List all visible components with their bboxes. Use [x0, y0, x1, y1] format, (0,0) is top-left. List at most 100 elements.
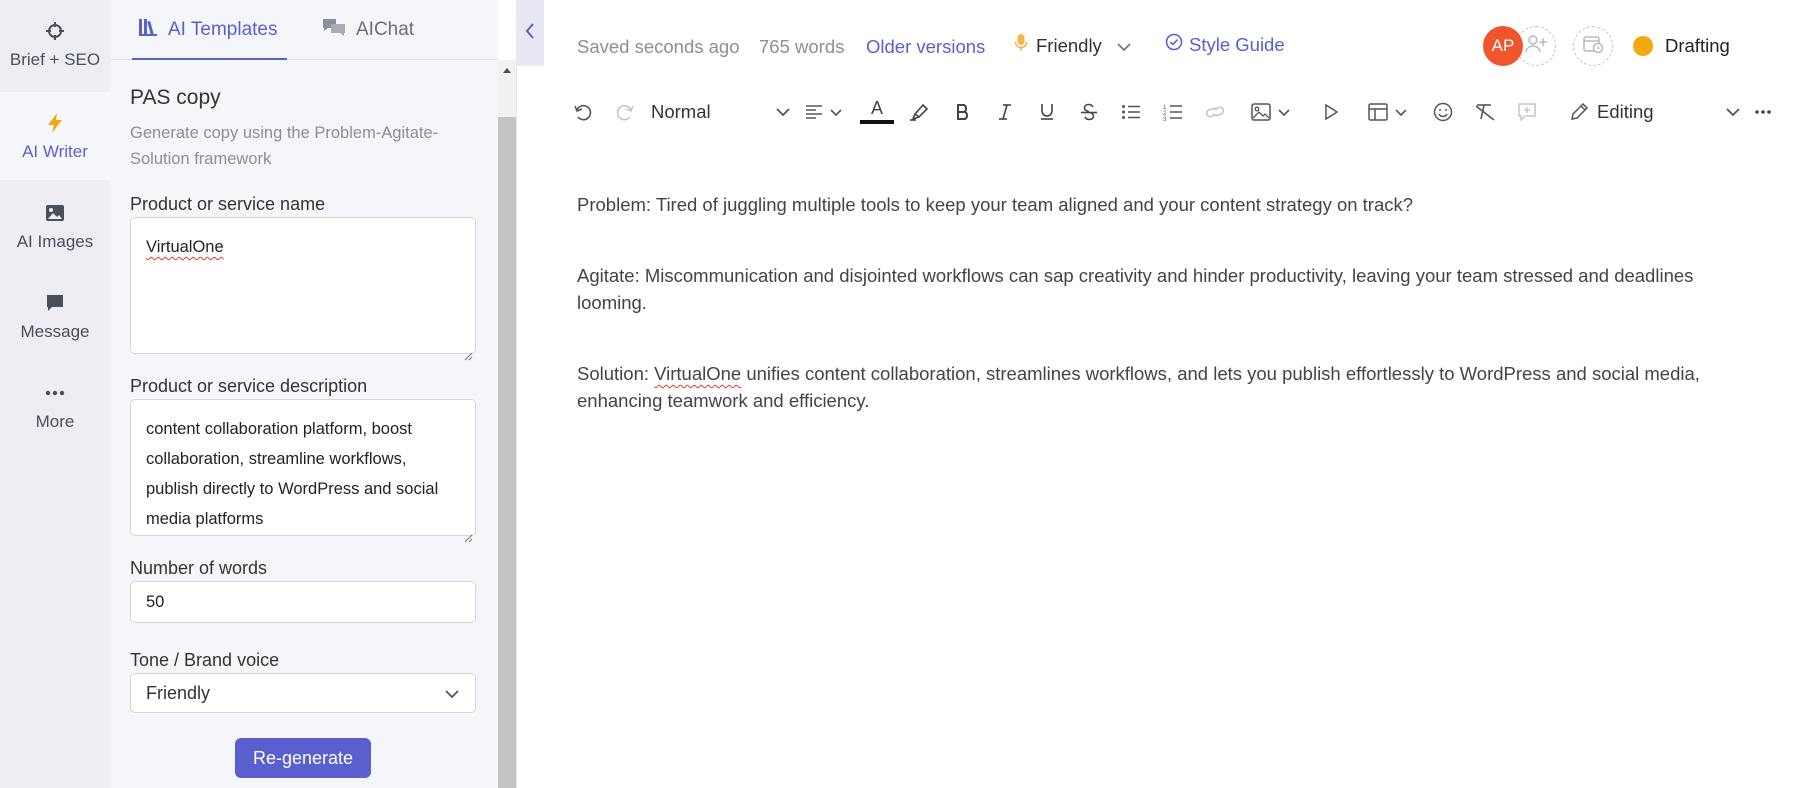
tab-label: AI Templates [168, 19, 278, 40]
collapse-panel-button[interactable] [516, 0, 544, 66]
scroll-up-arrow-icon[interactable] [503, 68, 511, 73]
older-versions-link[interactable]: Older versions [866, 36, 985, 58]
chevron-down-icon [829, 108, 843, 117]
more-options-button[interactable] [1745, 92, 1781, 132]
text-style-dropdown[interactable]: Normal [651, 92, 791, 132]
add-user-icon [1525, 34, 1547, 59]
rail-item-ai-writer[interactable]: AI Writer [0, 92, 110, 180]
tone-select[interactable]: Friendly [130, 673, 476, 713]
style-guide-label: Style Guide [1189, 33, 1285, 55]
rail-item-label: Brief + SEO [9, 50, 101, 69]
word-count-value: 50 [146, 592, 165, 611]
strikethrough-button[interactable] [1071, 92, 1107, 132]
tone-label: Tone / Brand voice [130, 650, 280, 670]
template-title: PAS copy [130, 86, 221, 109]
save-status: Saved seconds ago [577, 36, 740, 57]
rail-item-label: More [35, 412, 75, 431]
link-button[interactable] [1197, 92, 1233, 132]
rail-item-more[interactable]: More [0, 362, 110, 450]
italic-button[interactable] [987, 92, 1023, 132]
tab-ai-templates[interactable]: AI Templates [131, 0, 289, 60]
link-icon [1204, 105, 1226, 119]
tone-value: Friendly [1036, 34, 1102, 56]
tab-aichat[interactable]: AIChat [322, 0, 414, 60]
paragraph-solution[interactable]: Solution: VirtualOne unifies content col… [577, 360, 1757, 414]
comment-plus-icon [1517, 102, 1537, 122]
crosshair-icon [45, 18, 65, 44]
resize-handle-icon[interactable] [463, 523, 473, 543]
emoji-button[interactable] [1425, 92, 1461, 132]
align-left-icon [805, 104, 823, 120]
divider [516, 66, 517, 788]
strikethrough-icon [1080, 103, 1098, 121]
rail-item-label: AI Images [16, 232, 94, 251]
editing-mode-dropdown[interactable]: Editing [1569, 92, 1741, 132]
image-icon [1251, 103, 1271, 121]
solution-text: unifies content collaboration, streamlin… [577, 363, 1700, 411]
word-count-input[interactable]: 50 [130, 581, 476, 623]
embed-media-button[interactable] [1313, 92, 1349, 132]
numbered-list-icon: 123 [1163, 103, 1183, 121]
word-count-label: Number of words [130, 558, 268, 578]
insert-image-dropdown[interactable] [1247, 92, 1295, 132]
image-icon [45, 200, 65, 226]
redo-icon [615, 103, 635, 121]
highlighter-icon [908, 102, 930, 122]
template-form: PAS copy Generate copy using the Problem… [110, 60, 498, 788]
solution-prefix: Solution: [577, 363, 655, 384]
bullet-list-button[interactable] [1113, 92, 1149, 132]
underline-button[interactable] [1029, 92, 1065, 132]
add-comment-button[interactable] [1509, 92, 1545, 132]
undo-button[interactable] [565, 92, 601, 132]
clear-formatting-icon [1474, 103, 1496, 121]
status-dropdown[interactable]: Drafting [1633, 35, 1730, 57]
avatar[interactable]: AP [1483, 26, 1523, 66]
status-dot [1633, 36, 1653, 56]
clear-formatting-button[interactable] [1467, 92, 1503, 132]
bold-icon [955, 103, 971, 121]
chevron-down-icon [444, 683, 460, 704]
tone-dropdown[interactable]: Friendly [1014, 33, 1132, 58]
product-description-value: content collaboration platform, boost co… [146, 420, 439, 528]
redo-button[interactable] [607, 92, 643, 132]
editing-mode-label: Editing [1597, 101, 1654, 122]
calendar-clock-icon [1582, 34, 1604, 59]
paragraph-agitate[interactable]: Agitate: Miscommunication and disjointed… [577, 262, 1757, 316]
schedule-button[interactable] [1573, 26, 1613, 66]
style-guide-button[interactable]: Style Guide [1165, 33, 1285, 56]
product-description-field[interactable]: content collaboration platform, boost co… [130, 399, 476, 543]
more-dots-icon [45, 380, 65, 406]
regenerate-button[interactable]: Re-generate [235, 738, 371, 778]
undo-icon [573, 103, 593, 121]
rail-item-brief-seo[interactable]: Brief + SEO [0, 0, 110, 88]
text-style-value: Normal [651, 101, 711, 122]
pencil-icon [1569, 102, 1589, 122]
resize-handle-icon[interactable] [463, 341, 473, 361]
numbered-list-button[interactable]: 123 [1155, 92, 1191, 132]
document-editor[interactable]: Problem: Tired of juggling multiple tool… [545, 132, 1799, 788]
rail-item-label: Message [20, 322, 90, 341]
underline-icon [1039, 103, 1055, 121]
font-color-button[interactable]: A [859, 92, 895, 132]
solution-brand: VirtualOne [654, 363, 742, 384]
font-color-icon: A [860, 98, 894, 126]
bold-button[interactable] [945, 92, 981, 132]
table-icon [1368, 103, 1388, 121]
insert-table-dropdown[interactable] [1363, 92, 1413, 132]
paragraph-problem[interactable]: Problem: Tired of juggling multiple tool… [577, 191, 1757, 218]
status-label: Drafting [1665, 35, 1730, 56]
product-name-value: VirtualOne [146, 238, 224, 256]
badge-check-icon [1165, 33, 1183, 56]
product-name-field[interactable]: VirtualOne [130, 217, 476, 361]
rail-item-message[interactable]: Message [0, 272, 110, 360]
chevron-down-icon [1394, 108, 1408, 117]
highlight-button[interactable] [901, 92, 937, 132]
align-dropdown[interactable] [800, 92, 848, 132]
product-description-label: Product or service description [130, 376, 368, 396]
more-horizontal-icon [1754, 109, 1772, 115]
rail-item-ai-images[interactable]: AI Images [0, 182, 110, 270]
panel-scrollbar-thumb[interactable] [498, 117, 516, 788]
chat-bubbles-icon [322, 17, 346, 43]
chevron-down-icon [775, 107, 791, 117]
tab-label: AIChat [356, 19, 415, 40]
